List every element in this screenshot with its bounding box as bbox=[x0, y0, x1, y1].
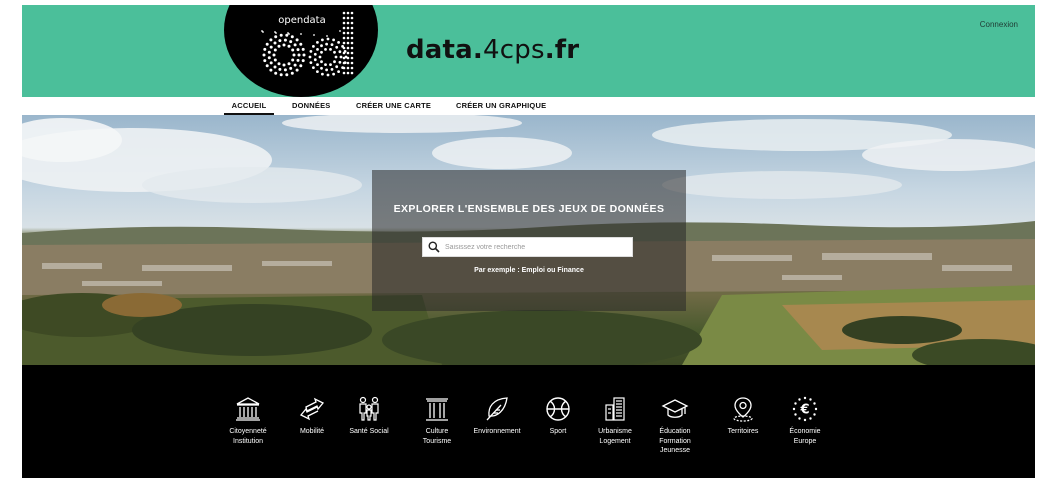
site-name-middle: 4cps bbox=[483, 35, 545, 65]
logo-text: opendata bbox=[278, 15, 325, 26]
search-heading: EXPLORER L'ENSEMBLE DES JEUX DE DONNÉES bbox=[393, 203, 665, 215]
theme-label-line: Europe bbox=[793, 437, 817, 445]
theme-label-line: Santé Social bbox=[349, 428, 389, 435]
opendata-logo[interactable]: opendata bbox=[224, 5, 378, 97]
page: opendata data.4cps.fr Connexion ACCUEIL … bbox=[22, 5, 1035, 478]
theme-label-line: Tourisme bbox=[422, 437, 452, 445]
theme-label-line: Institution bbox=[233, 437, 263, 445]
theme-label-line: Formation bbox=[659, 437, 691, 445]
site-name-prefix: data. bbox=[406, 35, 484, 65]
graduation-cap-icon bbox=[661, 399, 689, 418]
map-pin-icon bbox=[733, 397, 753, 422]
buildings-icon bbox=[605, 397, 625, 421]
nav-item-donnees[interactable]: DONNÉES bbox=[292, 97, 331, 115]
theme-education[interactable]: Éducation Formation Jeunesse bbox=[640, 395, 710, 456]
site-name-tld: .fr bbox=[544, 35, 580, 65]
theme-label-line: Environnement bbox=[473, 428, 521, 435]
theme-label-line: Éducation bbox=[659, 428, 691, 435]
theme-citoyennete[interactable]: Citoyenneté Institution bbox=[213, 395, 283, 446]
theme-territoires[interactable]: Territoires bbox=[708, 395, 778, 437]
site-title[interactable]: data.4cps.fr bbox=[406, 35, 579, 65]
hero-banner: EXPLORER L'ENSEMBLE DES JEUX DE DONNÉES … bbox=[22, 115, 1035, 365]
search-panel: EXPLORER L'ENSEMBLE DES JEUX DE DONNÉES … bbox=[372, 170, 686, 311]
family-icon bbox=[359, 396, 379, 421]
columns-icon bbox=[426, 398, 448, 421]
opendata-logo-mark: opendata bbox=[261, 11, 354, 77]
search-input[interactable] bbox=[445, 240, 630, 255]
theme-label-line: Jeunesse bbox=[660, 447, 690, 454]
theme-economie[interactable]: € Économie Europe bbox=[770, 395, 840, 446]
search-box[interactable] bbox=[422, 237, 633, 257]
leaf-icon bbox=[486, 397, 508, 421]
login-link[interactable]: Connexion bbox=[980, 20, 1018, 29]
search-example: Par exemple : Emploi ou Finance bbox=[474, 267, 584, 274]
header: opendata data.4cps.fr Connexion bbox=[22, 5, 1035, 97]
main-nav: ACCUEIL DONNÉES CRÉER UNE CARTE CRÉER UN… bbox=[22, 97, 1035, 115]
ball-icon bbox=[546, 397, 570, 421]
theme-sante-social[interactable]: Santé Social bbox=[334, 395, 404, 437]
theme-label-line: Économie bbox=[789, 428, 821, 435]
institution-icon bbox=[236, 397, 260, 421]
theme-label-line: Citoyenneté bbox=[229, 428, 267, 435]
themes-bar: Citoyenneté Institution Mobilité Santé So… bbox=[22, 365, 1035, 478]
mobility-arrows-icon bbox=[299, 397, 325, 421]
nav-item-accueil[interactable]: ACCUEIL bbox=[224, 97, 274, 115]
theme-environnement[interactable]: Environnement bbox=[462, 395, 532, 437]
svg-text:€: € bbox=[799, 403, 809, 418]
nav-item-creer-carte[interactable]: CRÉER UNE CARTE bbox=[356, 97, 431, 115]
nav-item-creer-graphique[interactable]: CRÉER UN GRAPHIQUE bbox=[456, 97, 546, 115]
euro-stars-icon: € bbox=[792, 396, 818, 422]
theme-label-line: Territoires bbox=[727, 428, 759, 435]
